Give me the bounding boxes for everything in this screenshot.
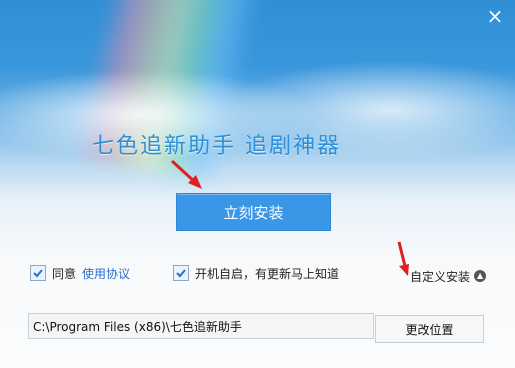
- custom-install-label: 自定义安装: [410, 269, 471, 284]
- agree-label: 同意: [52, 266, 77, 281]
- install-button[interactable]: 立刻安装: [176, 193, 331, 231]
- arrow-icon: [170, 159, 202, 189]
- install-path-field[interactable]: C:\Program Files (x86)\七色追新助手: [28, 313, 374, 339]
- autostart-label: 开机自启，有更新马上知道: [195, 266, 340, 281]
- headline: 七色追新助手 追剧神器: [92, 134, 341, 159]
- installer-window: × 七色追新助手 追剧神器 立刻安装 同意 使用协议 开机自启，有更新马上知道 …: [0, 0, 515, 368]
- autostart-row: 开机自启，有更新马上知道: [173, 264, 339, 282]
- autostart-checkbox[interactable]: [173, 265, 189, 281]
- close-icon[interactable]: ×: [485, 6, 505, 26]
- agreement-link[interactable]: 使用协议: [82, 265, 130, 282]
- change-location-button[interactable]: 更改位置: [375, 315, 484, 343]
- agree-checkbox[interactable]: [30, 265, 46, 281]
- chevron-up-icon: ▲: [474, 270, 487, 282]
- agree-row: 同意 使用协议: [30, 264, 130, 282]
- check-icon: [176, 269, 186, 278]
- check-icon: [33, 269, 43, 278]
- custom-install-toggle[interactable]: 自定义安装 ▲: [410, 268, 487, 284]
